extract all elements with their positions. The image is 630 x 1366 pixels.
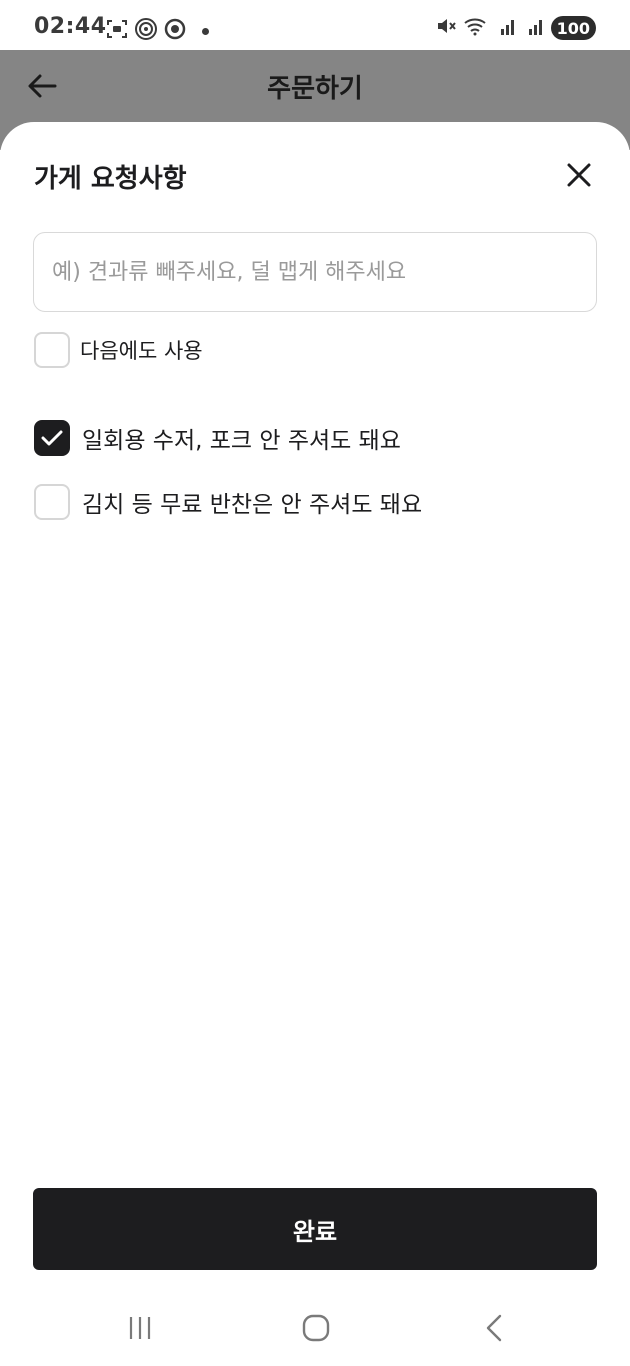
option-no-side-dishes[interactable]: 김치 등 무료 반찬은 안 주셔도 돼요 (34, 484, 422, 520)
checkmark-icon (41, 430, 63, 446)
reuse-label: 다음에도 사용 (80, 339, 203, 363)
sheet-title: 가게 요청사항 (34, 164, 187, 194)
home-icon[interactable] (296, 1310, 336, 1346)
hotspot-icon (134, 17, 158, 45)
reuse-checkbox[interactable] (34, 332, 70, 368)
screenshot-icon (106, 18, 128, 44)
request-input[interactable] (33, 232, 597, 312)
no-utensils-checkbox[interactable] (34, 420, 70, 456)
system-nav-bar (0, 1290, 630, 1366)
status-left-icons (106, 17, 209, 45)
signal-r2-icon (523, 15, 545, 41)
done-button[interactable]: 완료 (33, 1188, 597, 1270)
back-icon[interactable] (474, 1310, 514, 1346)
mute-icon (435, 15, 457, 41)
request-sheet: 가게 요청사항 다음에도 사용 일회용 수저, 포크 안 주셔도 돼요 김치 등… (0, 122, 630, 1366)
no-side-dishes-label: 김치 등 무료 반찬은 안 주셔도 돼요 (82, 492, 423, 518)
no-utensils-label: 일회용 수저, 포크 안 주셔도 돼요 (82, 428, 401, 454)
status-right-icons: 100 (435, 15, 596, 41)
option-no-utensils[interactable]: 일회용 수저, 포크 안 주셔도 돼요 (34, 420, 401, 456)
page-title: 주문하기 (267, 74, 363, 104)
notification-dot (202, 27, 209, 35)
reuse-option[interactable]: 다음에도 사용 (34, 332, 203, 368)
no-side-dishes-checkbox[interactable] (34, 484, 70, 520)
record-icon (164, 18, 186, 44)
status-time: 02:44 (34, 14, 107, 39)
recents-icon[interactable] (120, 1310, 160, 1346)
status-bar: 02:44 100 (0, 0, 630, 50)
close-icon[interactable] (560, 156, 598, 194)
wifi-icon (463, 15, 489, 41)
battery-badge: 100 (550, 16, 596, 40)
signal-r-icon (495, 15, 517, 41)
